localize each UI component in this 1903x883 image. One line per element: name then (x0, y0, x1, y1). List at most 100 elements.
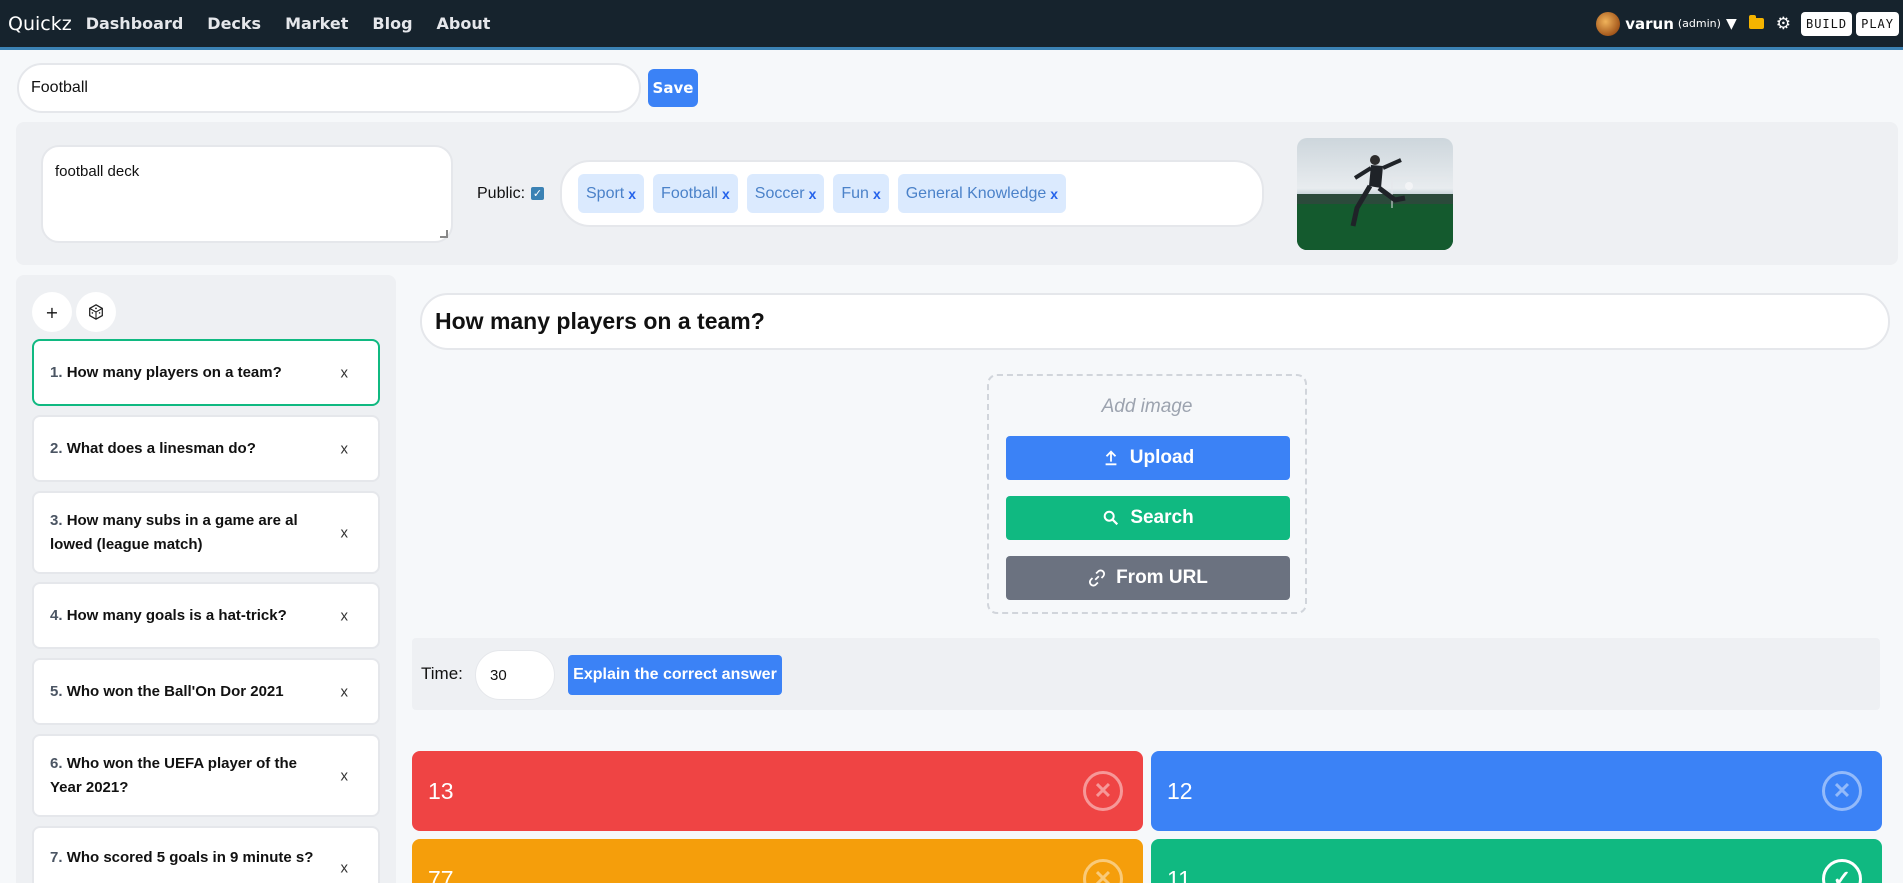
question-title: How many players on a team? (66, 363, 282, 381)
tag-sport: Sport x (578, 174, 645, 213)
delete-question-icon[interactable]: x (341, 683, 349, 700)
deck-cover-image[interactable] (1297, 138, 1453, 250)
question-item-2[interactable]: 2. What does a linesman do? x (32, 415, 380, 482)
question-number: 2. (50, 439, 63, 457)
question-number: 7. (50, 849, 63, 866)
tag-label: Football (661, 184, 718, 202)
answer-text: 11 (1167, 865, 1191, 883)
search-icon (1104, 510, 1119, 526)
public-checkbox[interactable]: ✓ (531, 187, 544, 200)
link-icon (1089, 569, 1106, 587)
delete-question-icon[interactable]: x (341, 440, 349, 457)
answer-option-2[interactable]: 12 ✕ (1151, 751, 1882, 831)
question-item-4[interactable]: 4. How many goals is a hat-trick? x (32, 582, 380, 649)
mark-incorrect-icon[interactable]: ✕ (1083, 771, 1123, 811)
resize-handle-icon[interactable] (440, 230, 448, 238)
add-image-label: Add image (1101, 396, 1193, 417)
from-url-button[interactable]: From URL (1006, 556, 1290, 600)
upload-label: Upload (1129, 447, 1195, 468)
user-menu-caret-icon[interactable]: ▼ (1726, 16, 1737, 32)
tag-label: Soccer (754, 184, 805, 202)
mark-incorrect-icon[interactable]: ✕ (1822, 771, 1862, 811)
delete-question-icon[interactable]: x (341, 767, 349, 784)
question-title: How many goals is a hat-trick? (66, 606, 287, 624)
nav-blog[interactable]: Blog (372, 14, 412, 33)
deck-title-input[interactable]: Football (17, 63, 641, 113)
tag-remove-icon[interactable]: x (809, 186, 817, 202)
tag-label: Fun (841, 184, 869, 202)
football-player-image (1297, 155, 1453, 250)
deck-description-field[interactable]: football deck (41, 145, 453, 243)
build-button[interactable]: BUILD (1800, 11, 1853, 36)
folder-icon[interactable] (1748, 15, 1764, 29)
tag-remove-icon[interactable]: x (722, 186, 730, 202)
tag-football: Football x (653, 174, 738, 213)
question-item-5[interactable]: 5. Who won the Ball'On Dor 2021 x (32, 658, 380, 725)
answer-option-1[interactable]: 13 ✕ (412, 751, 1143, 831)
nav-market[interactable]: Market (285, 14, 348, 33)
question-item-text: 7. Who scored 5 goals in 9 minute s? (50, 846, 320, 870)
deck-description-text: football deck (55, 163, 140, 180)
tag-label: Sport (586, 184, 625, 202)
time-input[interactable]: 30 (475, 650, 555, 700)
upload-button[interactable]: Upload (1006, 436, 1290, 480)
top-nav: Quickz Dashboard Decks Market Blog About… (0, 0, 1903, 50)
random-question-button[interactable] (76, 292, 116, 332)
question-item-6[interactable]: 6. Who won the UEFA player of the Year 2… (32, 734, 380, 817)
question-number: 5. (50, 682, 63, 700)
gear-icon[interactable]: ⚙ (1776, 14, 1791, 34)
question-item-text: 3. How many subs in a game are al lowed … (50, 509, 320, 557)
tag-remove-icon[interactable]: x (628, 186, 636, 202)
mark-incorrect-icon[interactable]: ✕ (1083, 859, 1123, 883)
time-label: Time: (421, 664, 463, 683)
search-label: Search (1130, 507, 1194, 528)
question-number: 3. (50, 511, 63, 529)
question-title: Who won the UEFA player of the Year 2021… (50, 754, 297, 796)
tag-soccer: Soccer x (746, 174, 825, 213)
question-title: Who won the Ball'On Dor 2021 (66, 682, 284, 700)
nav-decks[interactable]: Decks (207, 14, 261, 33)
answer-text: 77 (428, 865, 454, 883)
tag-general-knowledge: General Knowledge x (897, 174, 1067, 213)
public-label: Public: (477, 185, 526, 202)
question-text-input[interactable]: How many players on a team? (420, 293, 1890, 350)
question-number: 6. (50, 754, 63, 772)
avatar[interactable] (1596, 11, 1621, 36)
explain-answer-button[interactable]: Explain the correct answer (568, 655, 782, 695)
question-item-7[interactable]: 7. Who scored 5 goals in 9 minute s? x (32, 826, 380, 883)
question-item-text: 4. How many goals is a hat-trick? (50, 604, 320, 628)
nav-about[interactable]: About (437, 14, 491, 33)
delete-question-icon[interactable]: x (341, 364, 349, 381)
correct-check-icon[interactable]: ✓ (1822, 859, 1862, 883)
answer-option-4[interactable]: 11 ✓ (1151, 839, 1882, 883)
delete-question-icon[interactable]: x (341, 524, 349, 541)
question-number: 4. (50, 606, 63, 624)
save-button[interactable]: Save (648, 69, 698, 107)
play-button[interactable]: PLAY (1856, 11, 1899, 36)
dice-icon (89, 304, 103, 320)
question-item-text: 1. How many players on a team? (50, 361, 320, 385)
delete-question-icon[interactable]: x (341, 607, 349, 624)
tags-input[interactable]: Sport x Football x Soccer x Fun x General Kn… (560, 160, 1264, 227)
delete-question-icon[interactable]: x (341, 859, 349, 876)
tag-fun: Fun x (833, 174, 889, 213)
answer-text: 13 (428, 777, 454, 804)
answer-option-3[interactable]: 77 ✕ (412, 839, 1143, 883)
tag-label: General Knowledge (905, 184, 1047, 202)
question-item-1[interactable]: 1. How many players on a team? x (32, 339, 380, 406)
upload-icon (1105, 450, 1117, 466)
from-url-label: From URL (1116, 567, 1208, 588)
tag-remove-icon[interactable]: x (1050, 186, 1058, 202)
question-number: 1. (50, 363, 63, 381)
username[interactable]: varun (1625, 15, 1674, 33)
brand-logo[interactable]: Quickz (8, 13, 72, 35)
add-question-button[interactable]: + (32, 292, 72, 332)
tag-remove-icon[interactable]: x (873, 186, 881, 202)
question-title: How many subs in a game are al lowed (le… (50, 511, 298, 553)
question-item-3[interactable]: 3. How many subs in a game are al lowed … (32, 491, 380, 574)
question-item-text: 2. What does a linesman do? (50, 437, 320, 461)
question-item-text: 6. Who won the UEFA player of the Year 2… (50, 752, 320, 800)
search-image-button[interactable]: Search (1006, 496, 1290, 540)
answer-text: 12 (1167, 777, 1193, 804)
nav-dashboard[interactable]: Dashboard (86, 14, 184, 33)
